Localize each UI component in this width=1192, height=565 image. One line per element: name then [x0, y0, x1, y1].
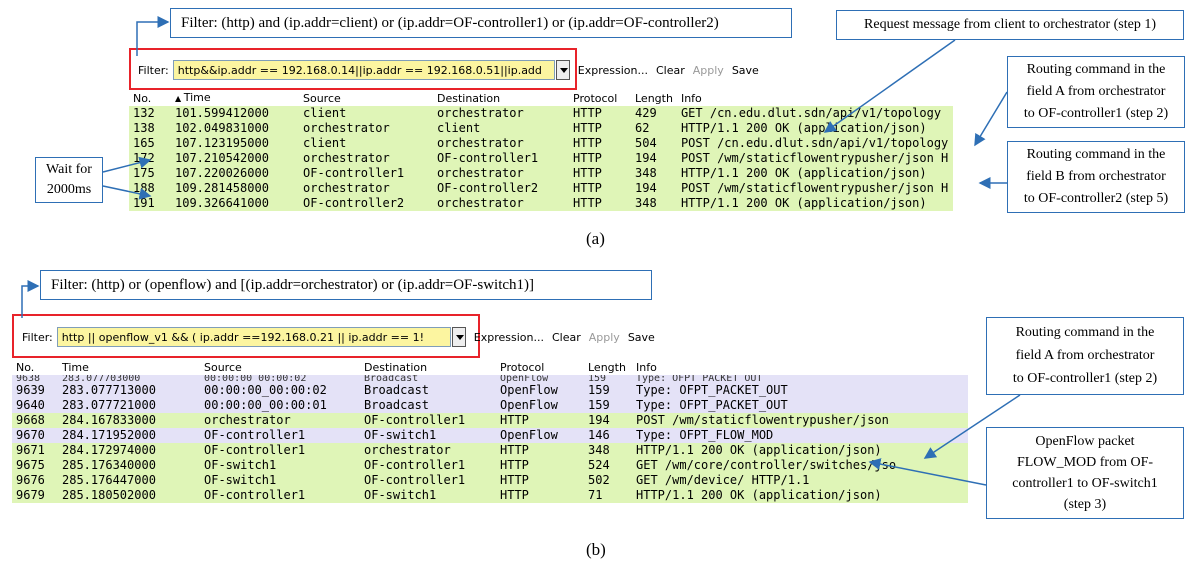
arrow-filter-a — [136, 16, 170, 56]
arrow-filter-b — [21, 280, 40, 318]
arrow-route-a-b — [923, 394, 1021, 459]
arrow-wait-1 — [102, 156, 152, 173]
arrow-flowmod — [868, 458, 987, 486]
arrow-route-a — [974, 91, 1008, 147]
annotation-arrows — [21, 16, 1021, 486]
arrow-request — [823, 39, 956, 133]
arrow-wait-2 — [102, 185, 152, 200]
